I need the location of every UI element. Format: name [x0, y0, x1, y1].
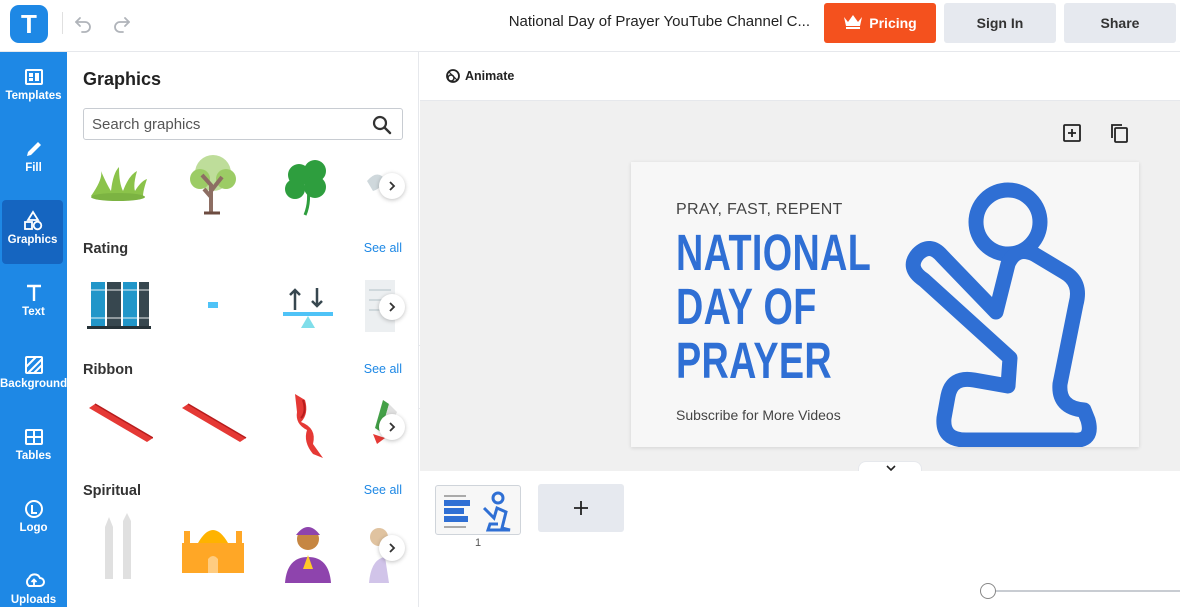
graphics-row-ribbon — [83, 392, 405, 462]
zoom-slider-track[interactable] — [990, 590, 1180, 592]
shapes-icon — [23, 210, 42, 231]
app-logo[interactable]: T — [10, 5, 48, 43]
see-all-ribbon[interactable]: See all — [364, 362, 402, 376]
chevron-right-icon[interactable] — [379, 535, 405, 561]
tree-graphic[interactable] — [178, 151, 248, 221]
animate-button[interactable]: Animate — [445, 68, 514, 84]
chevron-right-icon[interactable] — [379, 294, 405, 320]
sign-in-button[interactable]: Sign In — [944, 3, 1056, 43]
zoom-slider-handle[interactable] — [980, 583, 996, 599]
search-icon[interactable] — [372, 115, 392, 135]
red-ribbon-graphic-2[interactable] — [178, 392, 248, 462]
pages-strip: 1 — [420, 471, 1180, 607]
chevron-right-icon[interactable] — [379, 414, 405, 440]
balance-graphic[interactable] — [273, 272, 343, 342]
undo-icon[interactable] — [71, 11, 95, 35]
graphics-row-featured — [83, 151, 405, 221]
rail-item-fill[interactable]: Fill — [0, 128, 67, 192]
section-title-spiritual: Spiritual — [83, 483, 142, 499]
books-graphic[interactable] — [83, 272, 153, 342]
background-icon — [24, 356, 43, 374]
rail-item-tables[interactable]: Tables — [0, 416, 67, 480]
mosque-graphic[interactable] — [178, 513, 248, 583]
animate-label: Animate — [465, 69, 515, 83]
headline-line: DAY OF — [676, 278, 817, 335]
praying-person-graphic[interactable] — [273, 513, 343, 583]
pricing-label: Pricing — [869, 15, 917, 31]
share-button[interactable]: Share — [1064, 3, 1176, 43]
rail-item-logo[interactable]: Logo — [0, 488, 67, 552]
top-bar: T National Day of Prayer YouTube Channel… — [0, 0, 1180, 52]
plus-icon — [574, 501, 588, 515]
see-all-spiritual[interactable]: See all — [364, 483, 402, 497]
slide-subtitle[interactable]: Subscribe for More Videos — [676, 407, 841, 423]
rail-label: Text — [22, 306, 45, 318]
logo-icon — [24, 500, 43, 518]
left-rail: Templates Fill Graphics Text Background … — [0, 52, 67, 607]
curled-ribbon-graphic[interactable] — [273, 392, 343, 462]
rail-label: Tables — [15, 450, 52, 462]
section-title-ribbon: Ribbon — [83, 362, 133, 378]
crown-icon — [843, 4, 863, 44]
design-slide[interactable]: PRAY, FAST, REPENT NATIONAL DAY OF PRAYE… — [631, 162, 1139, 447]
upload-icon — [25, 573, 45, 587]
graphics-row-spiritual — [83, 513, 405, 583]
rail-label: Logo — [19, 522, 48, 534]
templates-icon — [24, 69, 43, 85]
see-all-rating[interactable]: See all — [364, 241, 402, 255]
slide-tagline[interactable]: PRAY, FAST, REPENT — [676, 201, 843, 219]
search-box — [83, 108, 403, 140]
clover-graphic[interactable] — [273, 151, 343, 221]
pricing-button[interactable]: Pricing — [824, 3, 936, 43]
praying-figure-graphic[interactable] — [896, 172, 1126, 447]
pencil-icon — [26, 142, 41, 156]
rail-item-background[interactable]: Background — [0, 344, 67, 408]
headline-line: PRAYER — [676, 332, 833, 389]
section-title-rating: Rating — [83, 241, 129, 257]
rail-label: Fill — [25, 162, 42, 174]
candles-graphic[interactable] — [83, 513, 153, 583]
page-thumbnail[interactable] — [435, 485, 521, 535]
page-number: 1 — [475, 537, 482, 549]
graphics-row-rating — [83, 272, 405, 342]
rail-label: Background — [0, 378, 68, 390]
canvas-toolbar: Animate — [420, 52, 1180, 101]
add-page-icon[interactable] — [1061, 122, 1083, 144]
divider — [62, 12, 63, 34]
search-input[interactable] — [92, 114, 362, 134]
text-icon — [26, 284, 41, 301]
headline-line: NATIONAL — [676, 224, 872, 281]
animate-icon — [446, 69, 460, 83]
grass-graphic[interactable] — [83, 151, 153, 221]
chevron-right-icon[interactable] — [379, 173, 405, 199]
rail-item-uploads[interactable]: Uploads — [0, 560, 67, 607]
rail-label: Templates — [5, 90, 62, 102]
slide-headline[interactable]: NATIONAL DAY OF PRAYER — [676, 224, 872, 389]
red-ribbon-graphic[interactable] — [83, 392, 154, 462]
rail-item-templates[interactable]: Templates — [0, 56, 67, 120]
document-title[interactable]: National Day of Prayer YouTube Channel C… — [470, 13, 810, 30]
graphics-panel: Graphics Rating See all — [67, 52, 419, 607]
rail-label: Uploads — [10, 594, 57, 606]
duplicate-page-icon[interactable] — [1108, 122, 1130, 144]
editor-app: T National Day of Prayer YouTube Channel… — [0, 0, 1180, 607]
rail-label: Graphics — [7, 234, 58, 246]
rail-item-text[interactable]: Text — [0, 272, 67, 336]
table-icon — [24, 429, 43, 445]
redo-icon[interactable] — [110, 11, 134, 35]
add-page-button[interactable] — [538, 484, 624, 532]
panel-title: Graphics — [83, 69, 162, 89]
small-label-graphic[interactable] — [178, 272, 248, 342]
rail-item-graphics[interactable]: Graphics — [2, 200, 63, 264]
